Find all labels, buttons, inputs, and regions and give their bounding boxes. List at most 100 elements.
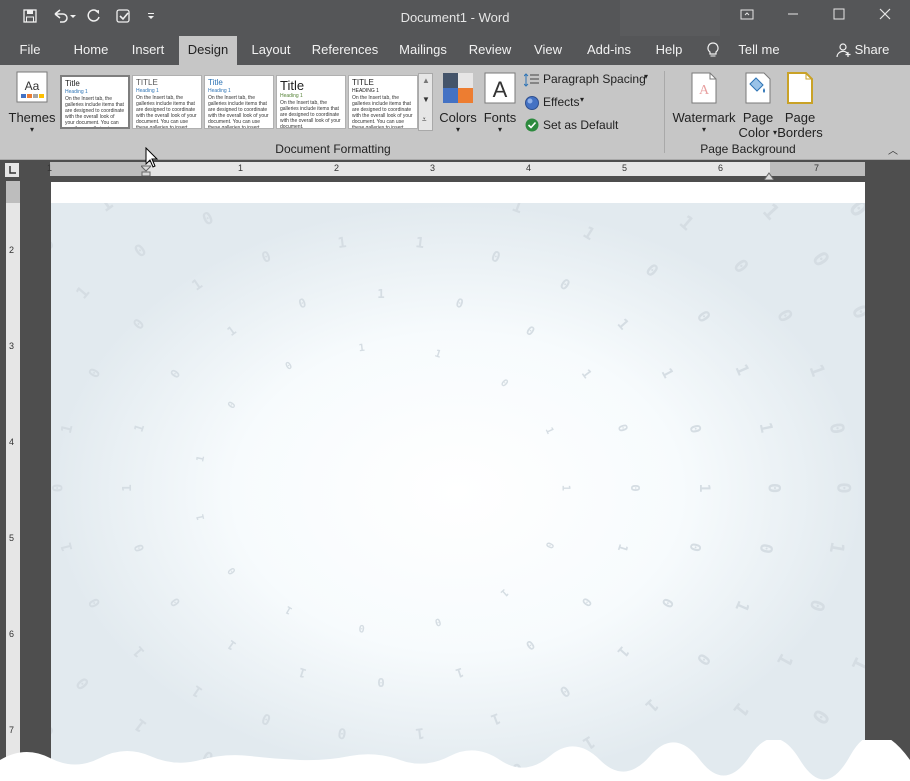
style-set-gallery: Title Heading 1 On the Insert tab, the g… bbox=[58, 65, 418, 135]
style-set-body: On the Insert tab, the galleries include… bbox=[352, 95, 413, 129]
binary-digit-mark: 0 bbox=[765, 483, 785, 493]
fonts-label: Fonts bbox=[483, 110, 517, 125]
binary-digit-mark: 0 bbox=[51, 484, 66, 493]
tab-help[interactable]: Help bbox=[646, 36, 692, 65]
effects-button[interactable]: Effects ▾ bbox=[524, 94, 594, 112]
style-set-body: On the Insert tab, the galleries include… bbox=[65, 96, 125, 129]
ruler-number: 1 bbox=[238, 163, 244, 173]
tab-layout[interactable]: Layout bbox=[243, 36, 299, 65]
themes-icon: Aa bbox=[16, 71, 48, 103]
effects-label: Effects bbox=[543, 95, 580, 109]
tab-add-ins[interactable]: Add-ins bbox=[580, 36, 638, 65]
gallery-more-icon[interactable]: ⩡ bbox=[422, 115, 427, 125]
page-color-label-2: Color bbox=[738, 125, 770, 140]
svg-text:Aa: Aa bbox=[25, 79, 40, 93]
page-color-button[interactable]: Page Color ▾ bbox=[738, 69, 778, 140]
style-set-title: Title bbox=[280, 78, 305, 93]
vertical-ruler[interactable]: 2 3 4 5 6 7 bbox=[6, 181, 20, 781]
style-set-title: TITLE bbox=[136, 78, 158, 87]
binary-digit-mark: 0 bbox=[832, 482, 854, 493]
ribbon-design: Aa Themes ▾ Title Heading 1 On the Inser… bbox=[0, 65, 910, 160]
effects-icon bbox=[524, 95, 540, 116]
minimize-icon[interactable] bbox=[770, 6, 816, 28]
paragraph-spacing-label: Paragraph Spacing bbox=[543, 72, 646, 86]
binary-digit-mark: 0 bbox=[628, 484, 643, 491]
fonts-dropdown-icon: ▾ bbox=[497, 125, 502, 134]
colors-icon bbox=[442, 72, 474, 104]
fonts-icon: A bbox=[484, 72, 516, 104]
tab-design[interactable]: Design bbox=[179, 36, 237, 65]
tab-file[interactable]: File bbox=[10, 36, 50, 65]
top-margin-area bbox=[6, 181, 20, 203]
tell-me-box[interactable]: Tell me bbox=[730, 36, 788, 65]
page-borders-label-1: Page bbox=[784, 110, 816, 125]
ruler-number: 4 bbox=[526, 163, 532, 173]
ruler-number: 5 bbox=[622, 163, 628, 173]
ruler-number: 2 bbox=[9, 245, 15, 255]
tab-insert[interactable]: Insert bbox=[124, 36, 172, 65]
style-set-body: On the Insert tab, the galleries include… bbox=[280, 100, 341, 129]
themes-dropdown-icon: ▾ bbox=[29, 125, 34, 134]
style-set-heading: HEADING 1 bbox=[352, 88, 379, 94]
ruler-number: 7 bbox=[814, 163, 820, 173]
paragraph-spacing-button[interactable]: Paragraph Spacing ▾ bbox=[523, 71, 654, 89]
title-bar-blank-area bbox=[620, 0, 720, 36]
ribbon-display-icon[interactable] bbox=[724, 6, 770, 28]
page-color-icon bbox=[744, 72, 772, 109]
binary-digit-mark: 1 bbox=[559, 485, 570, 491]
watermark-button[interactable]: A Watermark ▾ bbox=[672, 69, 736, 139]
page-color-label-1: Page bbox=[742, 110, 774, 125]
themes-label: Themes bbox=[8, 110, 56, 125]
torn-page-edge bbox=[0, 734, 910, 781]
binary-digit-mark: 1 bbox=[377, 286, 384, 301]
style-set-item[interactable]: TITLE HEADING 1 On the Insert tab, the g… bbox=[348, 75, 418, 129]
left-margin-area bbox=[50, 162, 145, 176]
check-circle-icon bbox=[525, 118, 539, 137]
style-set-item[interactable]: Title Heading 1 On the Insert tab, the g… bbox=[276, 75, 346, 129]
maximize-icon[interactable] bbox=[816, 6, 862, 28]
colors-dropdown-icon: ▾ bbox=[455, 125, 460, 134]
share-person-icon[interactable] bbox=[836, 42, 852, 64]
style-set-item[interactable]: Title Heading 1 On the Insert tab, the g… bbox=[60, 75, 130, 129]
style-set-body: On the Insert tab, the galleries include… bbox=[208, 95, 269, 129]
style-set-title: Title bbox=[65, 79, 80, 88]
horizontal-ruler[interactable]: 1 1 2 3 4 5 6 7 bbox=[47, 162, 865, 181]
watermark-icon: A bbox=[690, 72, 718, 109]
watermark-dropdown-icon: ▾ bbox=[701, 125, 706, 134]
tab-home[interactable]: Home bbox=[64, 36, 118, 65]
gallery-scroll-down-icon[interactable]: ▼ bbox=[422, 95, 430, 104]
themes-button[interactable]: Aa Themes ▾ bbox=[8, 69, 56, 139]
tab-view[interactable]: View bbox=[526, 36, 570, 65]
set-as-default-button[interactable]: Set as Default bbox=[524, 117, 624, 135]
close-icon[interactable] bbox=[862, 6, 908, 28]
style-set-heading: Heading 1 bbox=[65, 89, 88, 95]
binary-tunnel-background-image: 1010010110011010100101100110101001010010… bbox=[51, 203, 865, 781]
share-button[interactable]: Share bbox=[852, 36, 892, 65]
set-as-default-label: Set as Default bbox=[543, 118, 619, 132]
tab-review[interactable]: Review bbox=[462, 36, 518, 65]
tab-selector-icon[interactable] bbox=[5, 163, 19, 177]
binary-digit-mark: 0 bbox=[377, 675, 384, 690]
page-borders-label-2: Borders bbox=[777, 125, 823, 140]
style-set-body: On the Insert tab, the galleries include… bbox=[136, 95, 197, 129]
ruler-number: 3 bbox=[9, 341, 15, 351]
fonts-button[interactable]: A Fonts ▾ bbox=[482, 69, 518, 139]
document-formatting-group-label: Document Formatting bbox=[275, 142, 391, 156]
lightbulb-icon[interactable] bbox=[706, 42, 720, 64]
tab-references[interactable]: References bbox=[306, 36, 384, 65]
style-set-title: Title bbox=[208, 78, 223, 87]
binary-digit-mark: 1 bbox=[119, 484, 134, 491]
style-set-item[interactable]: Title Heading 1 On the Insert tab, the g… bbox=[204, 75, 274, 129]
ruler-number: 4 bbox=[9, 437, 15, 447]
page-borders-button[interactable]: Page Borders bbox=[777, 69, 823, 140]
style-set-item[interactable]: TITLE Heading 1 On the Insert tab, the g… bbox=[132, 75, 202, 129]
watermark-label: Watermark bbox=[672, 110, 736, 125]
gallery-scrollbar[interactable]: ▲ ▼ ⩡ bbox=[418, 73, 433, 131]
tab-mailings[interactable]: Mailings bbox=[392, 36, 454, 65]
style-set-heading: Heading 1 bbox=[280, 93, 303, 99]
colors-button[interactable]: Colors ▾ bbox=[439, 69, 477, 139]
collapse-ribbon-icon[interactable]: ︿ bbox=[888, 142, 898, 157]
gallery-scroll-up-icon[interactable]: ▲ bbox=[422, 76, 430, 85]
binary-digit-mark: 0 bbox=[358, 622, 365, 634]
page-borders-icon bbox=[786, 72, 814, 109]
